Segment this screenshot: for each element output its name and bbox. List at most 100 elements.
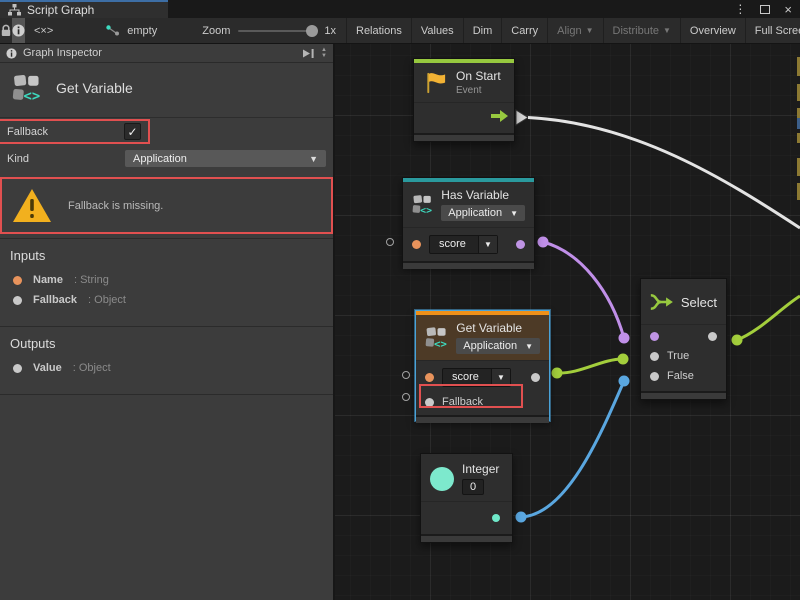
- selection-output-port[interactable]: [708, 332, 717, 341]
- scope-dropdown[interactable]: Application ▼: [441, 205, 525, 221]
- code-icon: <×>: [34, 25, 53, 37]
- selected-unit-header: <> Get Variable: [0, 63, 333, 118]
- wire-endpoint-purple[interactable]: [538, 237, 549, 248]
- graph-toolbar: <×> empty Zoom 1x Relations Values Dim C…: [0, 18, 800, 44]
- checkmark-icon: ✓: [128, 125, 138, 139]
- value-output-port[interactable]: [531, 373, 540, 382]
- outputs-section: Outputs Value : Object: [0, 326, 333, 386]
- dim-button[interactable]: Dim: [463, 18, 502, 43]
- name-input-port[interactable]: [412, 240, 421, 249]
- wire-endpoint-green[interactable]: [618, 354, 629, 365]
- wire-get-variable-to-select[interactable]: [557, 359, 623, 373]
- menu-dots-icon[interactable]: ⋮: [734, 2, 746, 16]
- outputs-title: Outputs: [0, 327, 333, 358]
- name-input-port[interactable]: [425, 373, 434, 382]
- wire-endpoint-blue[interactable]: [619, 376, 630, 387]
- graph-inspector-panel: Graph Inspector ▲▼ <> Get Variable Fallb…: [0, 44, 335, 600]
- warning-text: Fallback is missing.: [68, 200, 163, 212]
- wire-endpoint-green[interactable]: [732, 335, 743, 346]
- fallback-field-label: Fallback: [7, 126, 124, 138]
- input-port-row: Name : String: [0, 270, 333, 290]
- svg-text:<>: <>: [434, 337, 447, 350]
- node-footer: [414, 133, 514, 141]
- bool-output-port[interactable]: [516, 240, 525, 249]
- flow-port-triangle[interactable]: [516, 110, 528, 125]
- tab-script-graph[interactable]: Script Graph: [0, 0, 168, 18]
- fallback-checkbox[interactable]: ✓: [124, 123, 141, 140]
- inputs-section: Inputs Name : String Fallback : Object: [0, 238, 333, 318]
- values-button[interactable]: Values: [411, 18, 463, 43]
- wire-has-variable-to-select[interactable]: [543, 242, 624, 338]
- kind-field: Kind Application ▼: [0, 148, 333, 169]
- unconnected-port-ring[interactable]: [402, 371, 410, 379]
- flow-arrow-icon[interactable]: [491, 110, 508, 122]
- wire-endpoint-purple[interactable]: [619, 333, 630, 344]
- integer-output-port[interactable]: [492, 514, 500, 522]
- node-header: <> Has Variable Application ▼: [403, 182, 534, 227]
- kind-dropdown[interactable]: Application ▼: [125, 150, 326, 167]
- svg-text:<>: <>: [420, 205, 432, 216]
- info-icon: [6, 48, 17, 59]
- false-input-port[interactable]: [650, 372, 659, 381]
- code-preview-button[interactable]: <×>: [25, 18, 62, 43]
- node-select[interactable]: Select True False: [640, 278, 727, 400]
- kind-field-label: Kind: [7, 153, 125, 165]
- unconnected-port-ring[interactable]: [402, 393, 410, 401]
- node-on-start[interactable]: On Start Event: [413, 58, 515, 142]
- true-port-label: True: [667, 350, 689, 362]
- window-controls: ⋮ ×: [734, 0, 800, 18]
- object-port-dot: [13, 296, 22, 305]
- relations-button[interactable]: Relations: [346, 18, 411, 43]
- node-footer: [403, 261, 534, 269]
- select-merge-icon: [650, 291, 673, 313]
- variables-icon: <>: [412, 191, 433, 218]
- breadcrumb-label: empty: [127, 25, 157, 37]
- chevron-down-icon: ▼: [586, 26, 594, 35]
- fallback-field-annotated: Fallback ✓: [0, 121, 148, 142]
- close-icon[interactable]: ×: [784, 2, 792, 17]
- lock-button[interactable]: [0, 18, 12, 43]
- wire-endpoint-green[interactable]: [552, 368, 563, 379]
- node-title: On Start: [456, 69, 501, 83]
- node-has-variable[interactable]: <> Has Variable Application ▼ score ▼: [402, 177, 535, 267]
- unconnected-port-ring[interactable]: [386, 238, 394, 246]
- graph-node-icon: [106, 25, 120, 37]
- scope-dropdown[interactable]: Application ▼: [456, 338, 540, 354]
- inspector-toggle-button[interactable]: [12, 18, 25, 43]
- dock-icon[interactable]: [303, 49, 315, 58]
- object-port-dot: [13, 364, 22, 373]
- zoom-slider[interactable]: [238, 30, 316, 32]
- tab-bar: Script Graph ⋮ ×: [0, 0, 800, 18]
- node-header: On Start Event: [414, 63, 514, 102]
- carry-button[interactable]: Carry: [501, 18, 547, 43]
- node-body: [414, 102, 514, 129]
- maximize-icon[interactable]: [760, 5, 770, 14]
- node-header: Integer 0: [421, 454, 512, 501]
- graph-canvas[interactable]: On Start Event: [335, 44, 800, 600]
- output-port-row: Value : Object: [0, 358, 333, 378]
- scroll-spinner[interactable]: ▲▼: [321, 47, 327, 59]
- svg-text:<>: <>: [24, 89, 41, 103]
- info-icon: [12, 24, 25, 37]
- wire-select-output[interactable]: [737, 296, 800, 340]
- zoom-slider-handle[interactable]: [306, 25, 318, 37]
- node-title: Get Variable: [456, 321, 540, 335]
- true-input-port[interactable]: [650, 352, 659, 361]
- chevron-down-icon: ▼: [663, 26, 671, 35]
- variable-name-dropdown[interactable]: score ▼: [429, 235, 498, 254]
- condition-input-port[interactable]: [650, 332, 659, 341]
- zoom-label: Zoom: [202, 25, 230, 37]
- breadcrumb-empty[interactable]: empty: [62, 18, 166, 43]
- unit-title: Get Variable: [56, 80, 133, 96]
- node-integer[interactable]: Integer 0: [420, 453, 513, 543]
- node-header: Select: [641, 279, 726, 324]
- overview-button[interactable]: Overview: [680, 18, 745, 43]
- inspector-title: Graph Inspector: [23, 47, 102, 59]
- integer-value-input[interactable]: 0: [462, 479, 484, 495]
- warning-box-annotated: Fallback is missing.: [2, 179, 331, 232]
- chevron-down-icon: ▼: [510, 209, 518, 218]
- wire-control-flow[interactable]: [528, 118, 800, 229]
- node-footer: [421, 534, 512, 542]
- wire-endpoint-blue[interactable]: [516, 512, 527, 523]
- fullscreen-button[interactable]: Full Screen: [745, 18, 800, 43]
